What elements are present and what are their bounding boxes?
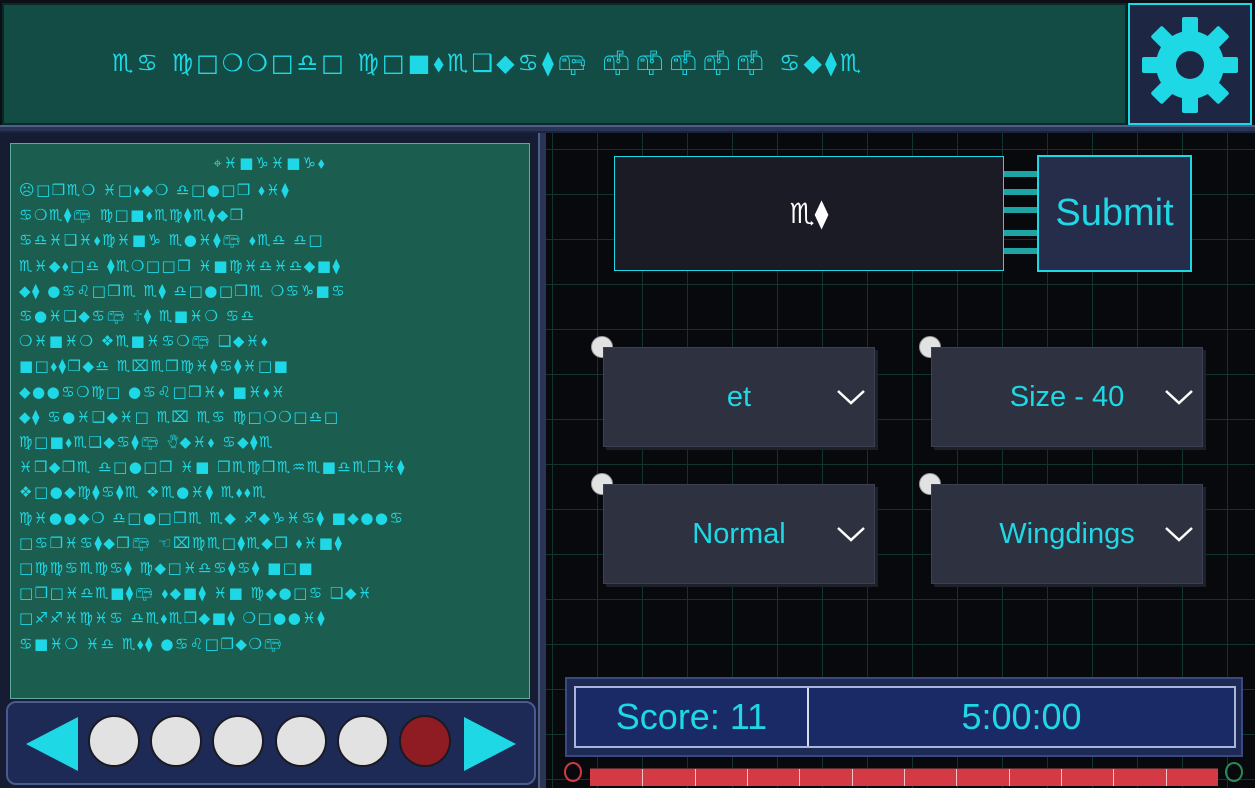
chevron-down-icon — [1165, 390, 1193, 405]
progress-segment-tick — [1113, 769, 1115, 786]
header-divider — [0, 125, 1255, 133]
header-banner: ♏︎♋︎ ♍︎□︎❍︎❍︎□︎♎︎□︎ ♍︎□︎■︎⬧︎♏︎❑︎◆︎♋︎⧫︎📪︎… — [2, 3, 1127, 125]
page-dot-2[interactable] — [150, 715, 202, 767]
progress-left-cap — [564, 762, 582, 782]
connector-bar — [1004, 189, 1038, 195]
text-line: ♍︎♓︎●︎●︎◆︎❍︎ ♎︎□︎●︎□︎❒︎♏︎ ♏︎◆︎ ♐︎◆︎♑︎♓︎♋… — [19, 508, 405, 527]
page-navigation — [6, 701, 536, 785]
progress-segment-tick — [1165, 769, 1167, 786]
timer-display: 5:00:00 — [961, 696, 1082, 737]
size-dropdown-value: Size - 40 — [1009, 380, 1125, 413]
submit-button[interactable]: Submit — [1037, 155, 1192, 272]
text-line: ♋︎●︎♓︎❑︎◆︎♋︎📪︎ 🕆︎⧫︎ ♏︎■︎♓︎❍︎ ♋︎♎︎ — [19, 307, 256, 326]
text-line: ❖︎□︎●︎◆︎♍︎⧫︎♋︎⧫︎♏︎ ❖︎♏︎●︎♓︎⧫︎ ♏︎⬧︎⬧︎♏︎ — [19, 483, 268, 502]
progress-segment-tick — [799, 769, 801, 786]
progress-segment-tick — [642, 769, 644, 786]
text-line: □︎♐︎♐︎♓︎♍︎♓︎♋︎ ♎︎♏︎⬧︎♏︎❒︎◆︎■︎⧫︎ ❍︎□︎●︎●︎… — [19, 609, 327, 628]
page-dot-5[interactable] — [337, 715, 389, 767]
right-arrow-icon[interactable] — [464, 717, 516, 771]
text-line: ♋︎♎︎♓︎❑︎♓︎⬧︎♍︎♓︎■︎♑︎ ♏︎●︎♓︎⧫︎📪︎ ⬧︎♏︎♎︎ ♎… — [19, 231, 325, 250]
page-dot-4[interactable] — [275, 715, 327, 767]
progress-segment-tick — [747, 769, 748, 786]
connector-bar — [1004, 248, 1038, 254]
page-dot-3[interactable] — [212, 715, 264, 767]
size-dropdown[interactable]: Size - 40 — [931, 347, 1203, 447]
font-dropdown-value: Wingdings — [999, 517, 1135, 550]
header-cipher-text: ♏︎♋︎ ♍︎□︎❍︎❍︎□︎♎︎□︎ ♍︎□︎■︎⬧︎♏︎❑︎◆︎♋︎⧫︎📪︎… — [112, 49, 865, 77]
progress-segment-tick — [851, 769, 853, 786]
text-line: ◆︎⧫︎ ♋︎●︎♓︎❑︎◆︎♓︎□︎ ♏︎⌧︎ ♏︎♋︎ ♍︎□︎❍︎❍︎□︎… — [19, 407, 340, 426]
connector-bar — [1004, 171, 1038, 177]
connector-bar — [1004, 230, 1038, 236]
text-line: ◆︎●︎●︎♋︎❍︎♍︎□︎ ●︎♋︎♌︎□︎❒︎♓︎⬧︎ ■︎♓︎⬧︎♓︎ — [19, 382, 287, 401]
connector-bar — [1004, 207, 1038, 213]
word-dropdown-value: et — [726, 380, 752, 413]
chevron-down-icon — [837, 527, 865, 542]
cipher-text-panel: ⌖︎♓︎■︎♑︎♓︎■︎♑︎⬧︎ ☹︎□︎❒︎♏︎❍︎ ♓︎□︎⬧︎◆︎❍︎ ♎… — [10, 143, 530, 699]
word-dropdown[interactable]: et — [603, 347, 875, 447]
gear-icon — [1142, 17, 1238, 113]
text-line: ♋︎❍︎♏︎⧫︎📪︎ ♍︎□︎■︎⬧︎♏︎♍︎⧫︎♏︎⧫︎◆︎❒︎ — [19, 206, 245, 225]
text-line: ☹︎□︎❒︎♏︎❍︎ ♓︎□︎⬧︎◆︎❍︎ ♎︎□︎●︎□︎❒︎ ⬧︎♓︎⧫︎ — [19, 181, 291, 199]
style-dropdown[interactable]: Normal — [603, 484, 875, 584]
progress-segment-tick — [1008, 769, 1010, 786]
progress-bar — [590, 768, 1218, 786]
style-dropdown-value: Normal — [692, 517, 786, 550]
text-line: ♏︎♓︎◆︎⬧︎□︎♎︎ ⧫︎♏︎❍︎□︎□︎❒︎ ♓︎■︎♍︎♓︎♎︎♓︎♎︎… — [19, 256, 342, 275]
text-line: ♓︎❒︎◆︎❒︎♏︎ ♎︎□︎●︎□︎❒︎ ♓︎■︎ ❒︎♏︎♍︎❒︎♏︎♒︎♏… — [19, 458, 407, 477]
page-dot-1[interactable] — [88, 715, 140, 767]
text-line: ■︎□︎⬧︎⧫︎❒︎◆︎♎︎ ♏︎⌧︎♏︎❒︎♍︎♓︎⧫︎♋︎⧫︎♓︎□︎■︎ — [19, 357, 290, 376]
panel-title: ⌖︎♓︎■︎♑︎♓︎■︎♑︎⬧︎ — [213, 154, 327, 172]
settings-button[interactable] — [1128, 3, 1252, 125]
text-line: □︎❒︎□︎♓︎♎︎♏︎■︎⧫︎📪︎ ⬧︎◆︎■︎⧫︎ ♓︎■︎ ♍︎◆︎●︎□… — [19, 584, 373, 603]
progress-right-cap — [1225, 762, 1243, 782]
progress-segment-tick — [904, 769, 905, 786]
text-line: □︎♍︎♍︎♋︎♏︎♍︎♋︎⧫︎ ♍︎◆︎□︎♓︎♎︎♋︎⧫︎♋︎⧫︎ ■︎□︎… — [19, 559, 315, 578]
chevron-down-icon — [1165, 527, 1193, 542]
chevron-down-icon — [837, 390, 865, 405]
page-dot-6-active[interactable] — [399, 715, 451, 767]
text-line: ♍︎□︎■︎⬧︎♏︎❑︎◆︎♋︎⧫︎📪︎ 🖐︎◆︎♓︎⬧︎ ♋︎◆︎⧫︎♏︎ — [19, 433, 275, 452]
progress-segment-tick — [694, 769, 696, 786]
panel-body: ☹︎□︎❒︎♏︎❍︎ ♓︎□︎⬧︎◆︎❍︎ ♎︎□︎●︎□︎❒︎ ⬧︎♓︎⧫︎ … — [19, 178, 519, 657]
text-line: ❍︎♓︎■︎♓︎❍︎ ❖︎♏︎■︎♓︎♋︎❍︎📪︎ ❑︎◆︎♓︎⬧︎ — [19, 332, 270, 351]
font-dropdown[interactable]: Wingdings — [931, 484, 1203, 584]
progress-segment-tick — [1061, 769, 1062, 786]
progress-segment-tick — [956, 769, 958, 786]
panel-divider — [538, 133, 546, 788]
text-line: □︎♋︎❒︎♓︎♋︎⧫︎◆︎❒︎📪︎ ☜︎⌧︎♍︎♏︎□︎⧫︎♏︎◆︎❒︎ ⬧︎… — [19, 533, 344, 552]
score-display: Score: 11 — [615, 696, 768, 737]
answer-input[interactable]: ♏︎⧫︎ — [614, 156, 1004, 271]
text-line: ♋︎■︎♓︎❍︎ ♓︎♎︎ ♏︎⬧︎⧫︎ ●︎♋︎♌︎□︎❒︎◆︎❍︎📪︎ — [19, 634, 284, 653]
text-line: ◆︎⧫︎ ●︎♋︎♌︎□︎❒︎♏︎ ♏︎⧫︎ ♎︎□︎●︎□︎❒︎♏︎ ❍︎♋︎… — [19, 281, 347, 300]
left-arrow-icon[interactable] — [26, 717, 78, 771]
